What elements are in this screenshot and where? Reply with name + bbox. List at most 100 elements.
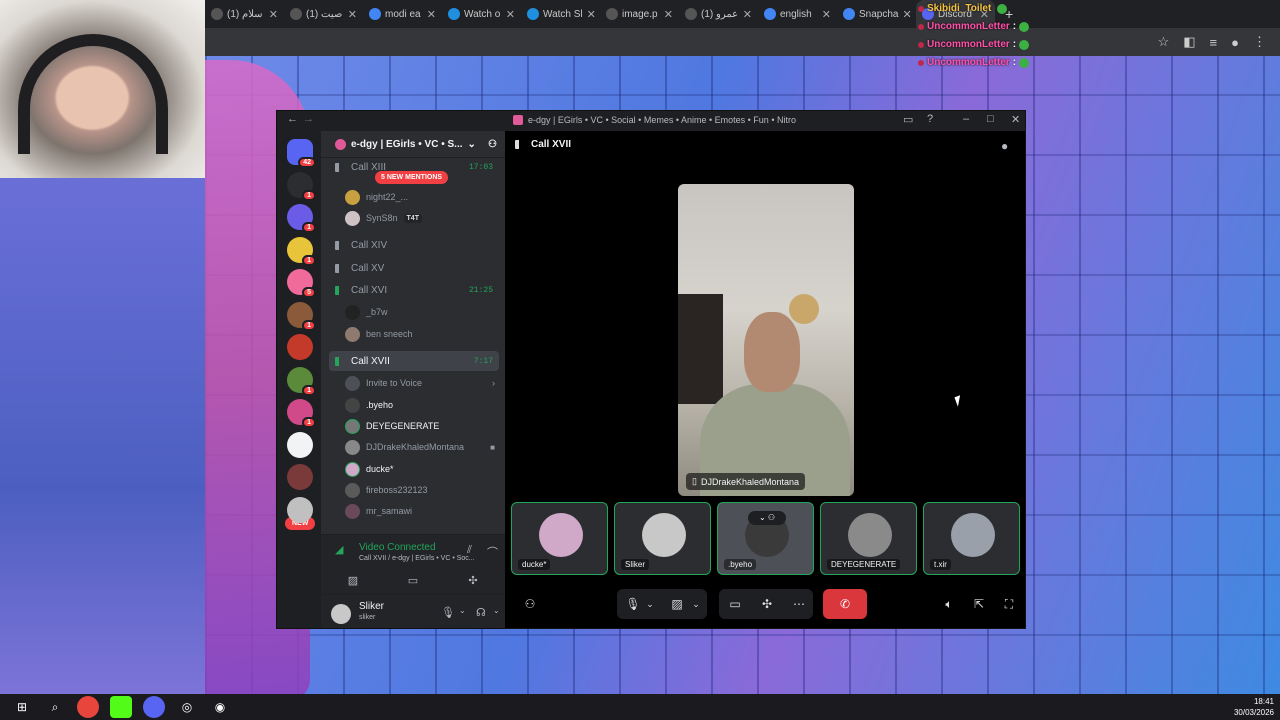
close-tab-icon[interactable]: ✕	[427, 8, 436, 21]
popout-icon[interactable]: ⇱	[969, 591, 989, 617]
inbox-icon[interactable]: ▭	[903, 113, 913, 126]
forward-arrow-icon[interactable]: →	[303, 113, 314, 125]
add-member-icon[interactable]: ⚇	[488, 139, 497, 150]
disconnect-icon[interactable]: ⌒	[487, 544, 498, 560]
voice-member[interactable]: DEYEGENERATE	[345, 416, 439, 436]
server-icon[interactable]	[287, 334, 313, 360]
minimize-icon[interactable]: –	[963, 113, 969, 125]
chevron-down-icon[interactable]: ⌄	[493, 606, 500, 615]
screen-share-button[interactable]: ▭	[385, 569, 441, 591]
maximize-icon[interactable]: □	[987, 113, 994, 125]
star-icon[interactable]: ☆	[1158, 34, 1170, 50]
voice-member[interactable]: SynS8n T4T	[345, 208, 422, 228]
close-tab-icon[interactable]: ✕	[743, 8, 752, 21]
browser-tab[interactable]: صيت (1) ✕	[284, 0, 363, 28]
close-tab-icon[interactable]: ✕	[664, 8, 673, 21]
main-video-feed[interactable]: ▯ DJDrakeKhaledMontana	[678, 184, 854, 496]
chevron-down-icon[interactable]: ⌄	[689, 591, 703, 617]
avatar[interactable]	[331, 604, 351, 624]
camera-off-icon[interactable]: ▨	[667, 591, 687, 617]
back-arrow-icon[interactable]: ←	[287, 113, 298, 125]
browser-tab[interactable]: english ✕	[758, 0, 837, 28]
microphone-icon[interactable]: 🎙︎	[623, 591, 643, 617]
server-icon[interactable]	[287, 496, 313, 523]
volume-icon[interactable]: 🔈︎	[939, 591, 959, 617]
menu-icon[interactable]: ⋮	[1253, 34, 1266, 50]
voice-member[interactable]: _b7w	[345, 302, 388, 322]
voice-member[interactable]: DJDrakeKhaledMontana ■	[345, 437, 495, 457]
direct-messages-icon[interactable]: 42	[287, 139, 316, 168]
unread-badge: 1	[302, 254, 316, 266]
browser-tab[interactable]: Snapcha ✕	[837, 0, 916, 28]
browser-tab[interactable]: Watch Sl ✕	[521, 0, 600, 28]
browser-tab[interactable]: image.p ✕	[600, 0, 679, 28]
new-mentions-pill[interactable]: 5 NEW MENTIONS	[375, 171, 449, 184]
fullscreen-icon[interactable]: ⛶	[999, 591, 1019, 617]
browser-tab[interactable]: سلام (1) ✕	[205, 0, 284, 28]
windows-start-icon[interactable]: ⊞	[11, 696, 33, 718]
voice-status[interactable]: Video Connected	[359, 542, 436, 553]
server-icon[interactable]	[287, 464, 313, 490]
tile-options-icon[interactable]: ⌄ ⚇	[748, 511, 786, 525]
camera-off-button[interactable]: ▨	[325, 569, 381, 591]
participant-tile[interactable]: t.xir	[923, 502, 1020, 575]
close-tab-icon[interactable]: ✕	[902, 8, 911, 21]
close-tab-icon[interactable]: ✕	[587, 8, 596, 21]
server-icon[interactable]: 1	[287, 236, 316, 266]
chrome-icon[interactable]	[77, 696, 99, 718]
noise-suppression-icon[interactable]: ⫽	[467, 544, 472, 557]
voice-member[interactable]: fireboss232123	[345, 480, 428, 500]
profile-icon[interactable]: ●	[1231, 35, 1239, 50]
help-icon[interactable]: ?	[927, 113, 933, 125]
participant-tile[interactable]: Sliker	[614, 502, 711, 575]
headphones-icon[interactable]: ☊	[476, 606, 486, 619]
kick-icon[interactable]	[110, 696, 132, 718]
participant-tile[interactable]: .byeho ⌄ ⚇	[717, 502, 814, 575]
extension-icon[interactable]: ◧	[1183, 34, 1195, 50]
voice-member[interactable]: ben sneech	[345, 324, 413, 344]
voice-member[interactable]: ducke*	[345, 459, 394, 479]
chevron-down-icon[interactable]: ⌄	[459, 606, 466, 615]
chevron-down-icon[interactable]: ⌄	[643, 591, 657, 617]
chat-bubble-icon[interactable]: ●	[1001, 139, 1008, 153]
channel-call-16[interactable]: Call XVI 21:25	[329, 280, 499, 300]
steam-icon[interactable]: ◉	[209, 696, 231, 718]
participant-tile[interactable]: DEYEGENERATE	[820, 502, 917, 575]
close-tab-icon[interactable]: ✕	[506, 8, 515, 21]
voice-member[interactable]: night22_...	[345, 187, 408, 207]
obs-icon[interactable]: ◎	[176, 696, 198, 718]
voice-member[interactable]: mr_samawi	[345, 501, 412, 521]
media-icon[interactable]: ≡	[1210, 35, 1218, 50]
channel-call-15[interactable]: Call XV	[329, 258, 499, 278]
close-tab-icon[interactable]: ✕	[348, 8, 357, 21]
participant-tile[interactable]: ducke*	[511, 502, 608, 575]
search-icon[interactable]: ⌕	[44, 696, 66, 718]
invite-to-voice[interactable]: Invite to Voice ›	[345, 373, 495, 393]
server-icon[interactable]: 1	[287, 204, 316, 233]
microphone-icon[interactable]: 🎙︎	[441, 606, 455, 619]
browser-tab[interactable]: Watch o ✕	[442, 0, 521, 28]
browser-tab[interactable]: modi ea ✕	[363, 0, 442, 28]
browser-tab[interactable]: عمرو (1) ✕	[679, 0, 758, 28]
close-tab-icon[interactable]: ✕	[822, 8, 831, 21]
server-icon[interactable]: 5	[287, 269, 316, 298]
close-tab-icon[interactable]: ✕	[269, 8, 278, 21]
server-icon[interactable]: 1	[287, 301, 316, 331]
voice-member[interactable]: .byeho	[345, 395, 393, 415]
activities-icon[interactable]: ✣	[757, 591, 777, 617]
server-icon[interactable]: 1	[287, 171, 316, 201]
more-icon[interactable]: ⋯	[789, 591, 809, 617]
server-icon[interactable]	[287, 431, 313, 458]
channel-call-14[interactable]: Call XIV	[329, 235, 499, 255]
server-icon[interactable]: 1	[287, 366, 316, 396]
discord-icon[interactable]	[143, 696, 165, 718]
guild-header[interactable]: e-dgy | EGirls • VC • S... ⌄ ⚇	[321, 131, 505, 158]
invite-icon[interactable]: ⚇	[519, 591, 541, 617]
screen-share-icon[interactable]: ▭	[725, 591, 745, 617]
activities-button[interactable]: ✣	[445, 569, 501, 591]
hang-up-button[interactable]: ✆	[823, 589, 867, 619]
member-tag: T4T	[403, 213, 422, 223]
server-icon[interactable]: 1	[287, 399, 316, 428]
close-window-icon[interactable]: ✕	[1011, 113, 1020, 126]
channel-call-17[interactable]: Call XVII 7:17	[329, 351, 499, 371]
